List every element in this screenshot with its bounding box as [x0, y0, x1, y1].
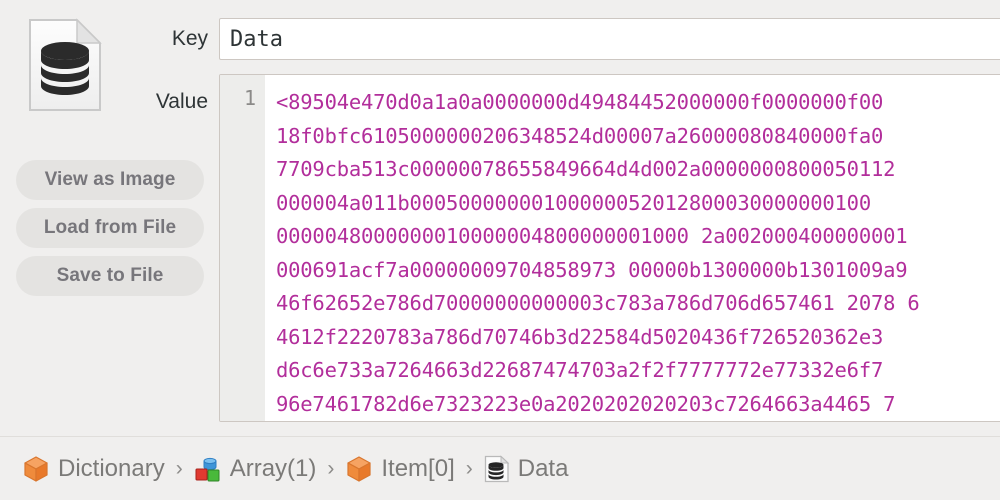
action-button-stack: View as Image Load from File Save to Fil…: [16, 160, 204, 296]
view-as-image-button[interactable]: View as Image: [16, 160, 204, 200]
orange-cube-icon: [345, 455, 373, 483]
value-hex-text[interactable]: <89504e470d0a1a0a0000000d49484452000000f…: [265, 75, 1000, 421]
breadcrumb-item-data[interactable]: Data: [484, 454, 569, 483]
data-value-editor-window: View as Image Load from File Save to Fil…: [0, 0, 1000, 500]
line-number-gutter: 1: [220, 75, 265, 421]
color-blocks-icon: [194, 455, 222, 483]
breadcrumb-label-item0: Item[0]: [381, 454, 455, 482]
data-file-icon: [484, 454, 510, 483]
value-text-view[interactable]: 1 <89504e470d0a1a0a0000000d4948445200000…: [219, 74, 1000, 422]
breadcrumb-separator: ›: [465, 456, 473, 480]
key-input[interactable]: [219, 18, 1000, 60]
breadcrumb-separator: ›: [327, 456, 335, 480]
key-label: Key: [171, 27, 208, 50]
breadcrumb-label-array: Array(1): [229, 454, 317, 482]
load-from-file-button[interactable]: Load from File: [16, 208, 204, 248]
breadcrumb-item-array[interactable]: Array(1): [194, 454, 317, 483]
breadcrumb-separator: ›: [175, 456, 183, 480]
breadcrumb-item-dictionary[interactable]: Dictionary: [22, 455, 165, 483]
orange-cube-icon: [22, 455, 50, 483]
breadcrumb: Dictionary › Array(1) › Item[0] › Data: [0, 436, 1000, 500]
breadcrumb-label-dictionary: Dictionary: [58, 454, 165, 482]
value-label: Value: [155, 90, 208, 113]
breadcrumb-label-data: Data: [517, 454, 569, 482]
breadcrumb-item-item0[interactable]: Item[0]: [345, 454, 455, 483]
save-to-file-button[interactable]: Save to File: [16, 256, 204, 296]
